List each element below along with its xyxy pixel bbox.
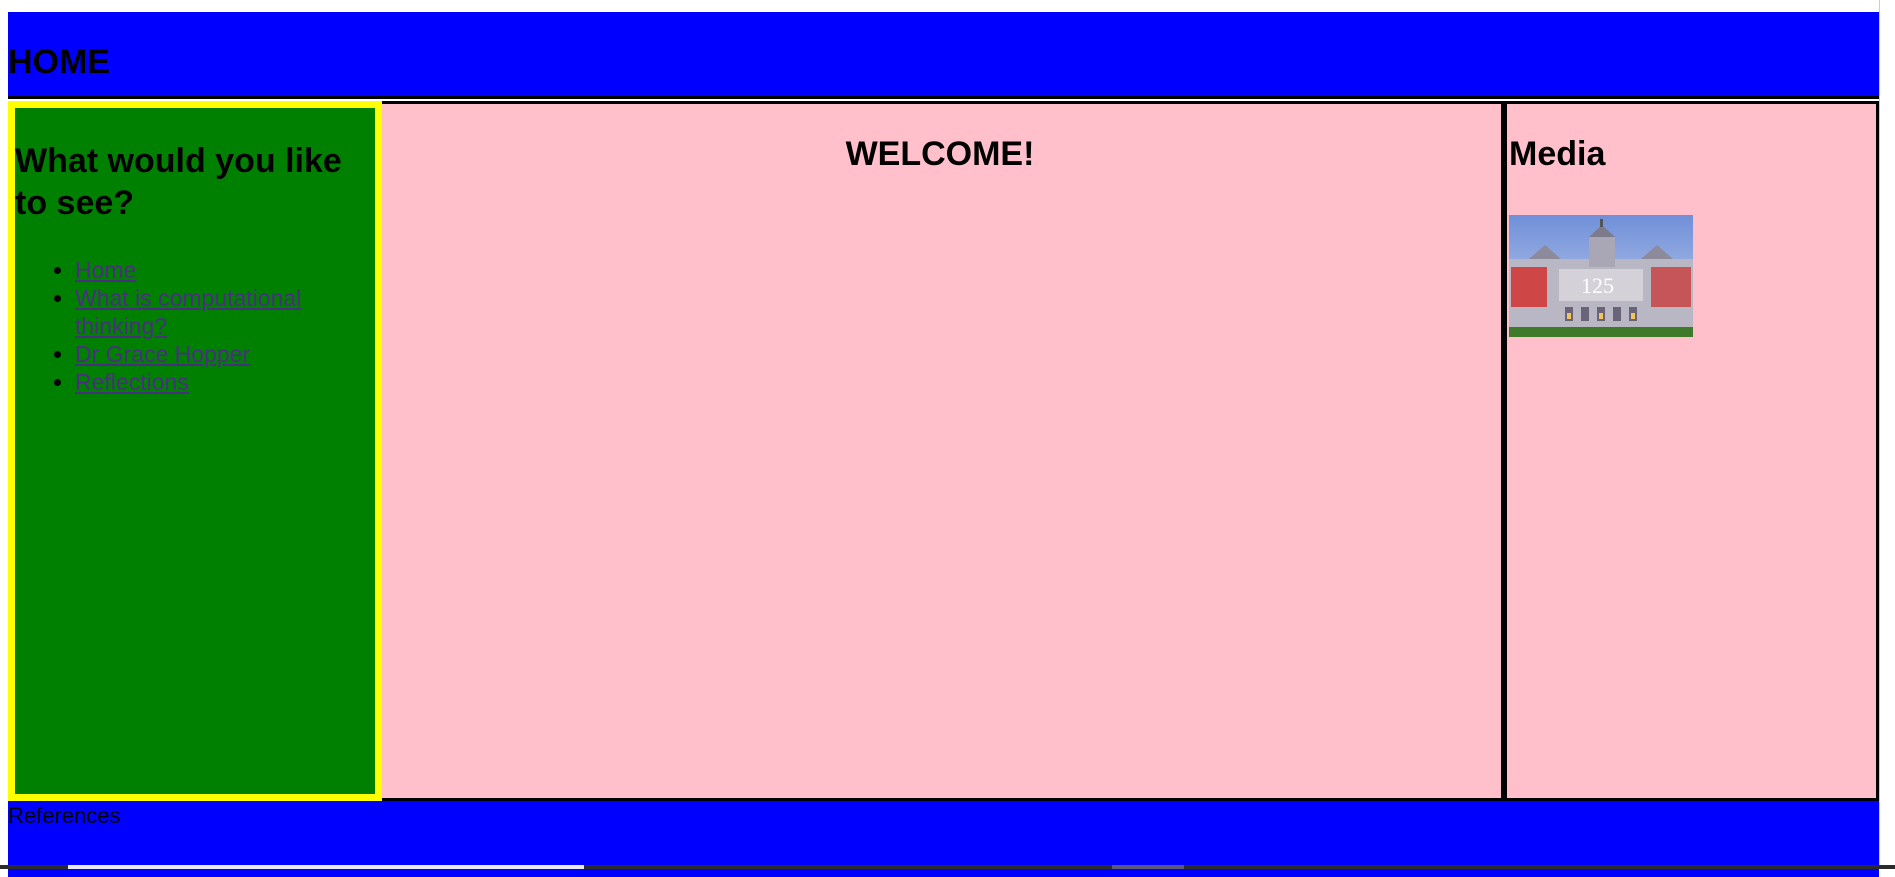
media-panel: Media 125 (1504, 101, 1879, 801)
nav-list: Home What is computational thinking? Dr … (15, 256, 375, 396)
page-header: HOME (8, 12, 1879, 99)
nav-link-home[interactable]: Home (75, 257, 136, 283)
welcome-heading: WELCOME! (845, 135, 1035, 173)
nav-heading: What would you like to see? (15, 142, 342, 222)
footer-references: References (8, 803, 121, 828)
nav-item: Reflections (75, 368, 375, 396)
nav-link-reflections[interactable]: Reflections (75, 369, 189, 395)
sidebar-nav: What would you like to see? Home What is… (8, 101, 382, 801)
nav-item: Dr Grace Hopper (75, 340, 375, 368)
media-heading: Media (1509, 135, 1606, 173)
page-title: HOME (8, 43, 110, 81)
vertical-scrollbar[interactable] (1879, 0, 1895, 869)
bottom-taskbar-strip (0, 865, 1895, 869)
media-image[interactable]: 125 (1509, 215, 1693, 337)
page: HOME What would you like to see? Home Wh… (8, 12, 1879, 877)
main-content: WELCOME! (382, 101, 1504, 801)
building-photo-icon: 125 (1509, 215, 1693, 337)
nav-item: Home (75, 256, 375, 284)
taskbar-segment (68, 865, 584, 869)
image-text: 125 (1581, 273, 1614, 298)
nav-link-computational-thinking[interactable]: What is computational thinking? (75, 285, 301, 339)
nav-link-grace-hopper[interactable]: Dr Grace Hopper (75, 341, 250, 367)
taskbar-segment (1112, 865, 1184, 869)
nav-item: What is computational thinking? (75, 284, 375, 340)
